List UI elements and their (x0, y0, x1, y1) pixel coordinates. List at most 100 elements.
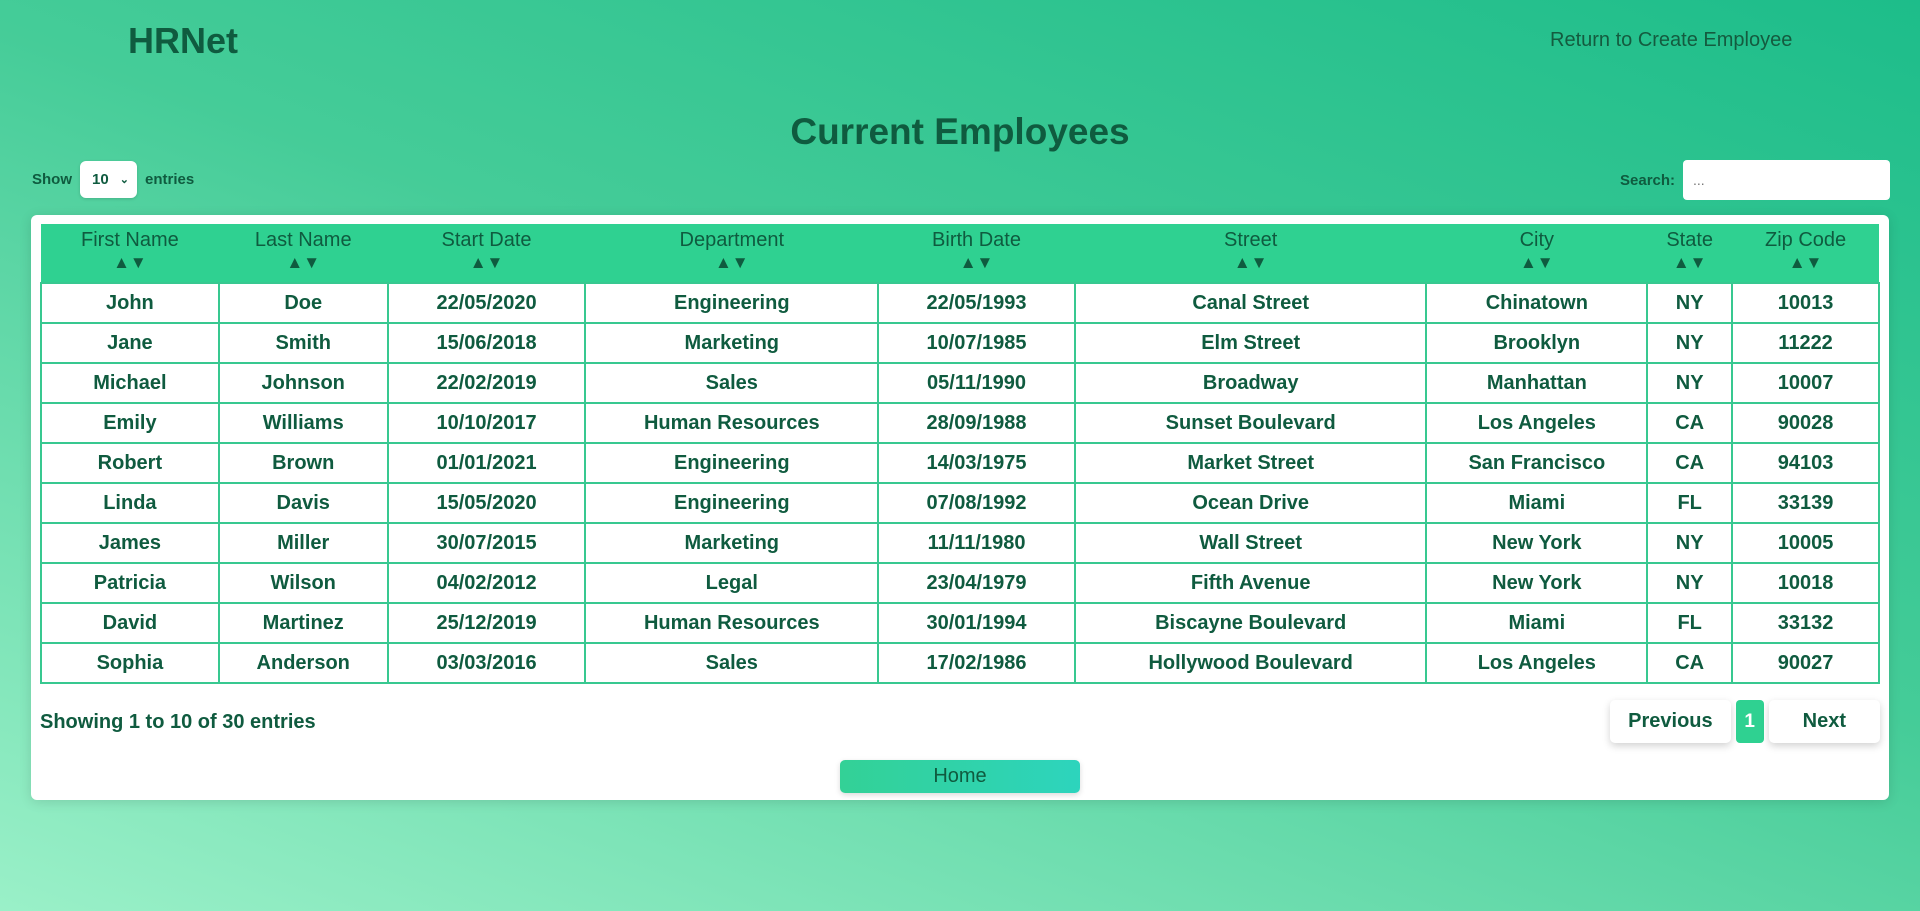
search-label: Search: (1620, 171, 1676, 189)
column-header-first-name[interactable]: First Name ▲▼ (41, 224, 219, 283)
cell-zip-code: 33132 (1731, 602, 1880, 644)
sort-arrows-icon[interactable]: ▲▼ (1647, 253, 1732, 273)
cell-start-date: 04/02/2012 (386, 562, 587, 604)
entries-length-select[interactable]: 10 ⌄ (80, 161, 137, 198)
sort-arrows-icon[interactable]: ▲▼ (1075, 253, 1427, 273)
sort-arrows-icon[interactable]: ▲▼ (1426, 253, 1647, 273)
cell-birth-date: 30/01/1994 (877, 602, 1076, 644)
cell-first-name: David (40, 602, 220, 644)
cell-first-name: Robert (40, 442, 220, 484)
cell-department: Sales (584, 642, 880, 684)
cell-street: Canal Street (1073, 282, 1428, 324)
cell-zip-code: 90028 (1731, 402, 1880, 444)
sort-arrows-icon[interactable]: ▲▼ (41, 253, 219, 273)
return-to-create-employee-link[interactable]: Return to Create Employee (1550, 29, 1792, 52)
search-control: Search: (1620, 160, 1891, 200)
column-header-city[interactable]: City ▲▼ (1426, 224, 1648, 283)
cell-city: San Francisco (1425, 442, 1649, 484)
cell-last-name: Brown (217, 442, 389, 484)
cell-first-name: Linda (40, 482, 220, 524)
previous-page-button[interactable]: Previous (1610, 700, 1731, 743)
cell-start-date: 30/07/2015 (386, 522, 587, 564)
cell-last-name: Wilson (217, 562, 389, 604)
cell-birth-date: 05/11/1990 (877, 362, 1076, 404)
cell-first-name: Michael (40, 362, 220, 404)
cell-street: Market Street (1073, 442, 1428, 484)
cell-state: CA (1646, 642, 1734, 684)
column-header-state[interactable]: State ▲▼ (1647, 224, 1733, 283)
entries-length-value: 10 (92, 171, 109, 188)
column-header-zip-code[interactable]: Zip Code ▲▼ (1732, 224, 1879, 283)
search-input[interactable] (1683, 160, 1891, 200)
cell-city: Miami (1425, 602, 1649, 644)
cell-street: Hollywood Boulevard (1073, 642, 1428, 684)
cell-department: Legal (584, 562, 880, 604)
page-title: Current Employees (790, 111, 1130, 152)
cell-street: Ocean Drive (1073, 482, 1428, 524)
cell-zip-code: 90027 (1731, 642, 1880, 684)
table-row: Patricia Wilson 04/02/2012 Legal 23/04/1… (40, 562, 1880, 604)
sort-arrows-icon[interactable]: ▲▼ (388, 253, 586, 273)
cell-start-date: 25/12/2019 (386, 602, 587, 644)
cell-last-name: Williams (217, 402, 389, 444)
column-header-label: Birth Date (932, 229, 1021, 251)
cell-first-name: James (40, 522, 220, 564)
cell-state: FL (1646, 482, 1734, 524)
cell-state: NY (1646, 362, 1734, 404)
cell-last-name: Miller (217, 522, 389, 564)
cell-state: NY (1646, 522, 1734, 564)
cell-first-name: Sophia (40, 642, 220, 684)
column-header-label: First Name (81, 229, 179, 251)
column-header-department[interactable]: Department ▲▼ (585, 224, 879, 283)
column-header-label: City (1519, 229, 1555, 251)
cell-first-name: Patricia (40, 562, 220, 604)
cell-zip-code: 33139 (1731, 482, 1880, 524)
employee-table: First Name ▲▼ Last Name ▲▼ Start Date ▲▼ De… (40, 224, 1880, 684)
cell-first-name: John (40, 282, 220, 324)
cell-start-date: 15/05/2020 (386, 482, 587, 524)
column-header-start-date[interactable]: Start Date ▲▼ (387, 224, 586, 283)
cell-street: Sunset Boulevard (1073, 402, 1428, 444)
chevron-down-icon: ⌄ (119, 174, 129, 186)
sort-arrows-icon[interactable]: ▲▼ (219, 253, 388, 273)
cell-city: New York (1425, 522, 1649, 564)
cell-birth-date: 22/05/1993 (877, 282, 1076, 324)
table-row: Michael Johnson 22/02/2019 Sales 05/11/1… (40, 362, 1880, 404)
cell-state: CA (1646, 442, 1734, 484)
column-header-last-name[interactable]: Last Name ▲▼ (218, 224, 388, 283)
cell-state: CA (1646, 402, 1734, 444)
cell-birth-date: 17/02/1986 (877, 642, 1076, 684)
cell-zip-code: 10007 (1731, 362, 1880, 404)
home-button[interactable]: Home (840, 760, 1080, 793)
cell-birth-date: 23/04/1979 (877, 562, 1076, 604)
table-row: David Martinez 25/12/2019 Human Resource… (40, 602, 1880, 644)
table-info-text: Showing 1 to 10 of 30 entries (40, 711, 316, 733)
cell-last-name: Anderson (217, 642, 389, 684)
column-header-street[interactable]: Street ▲▼ (1074, 224, 1427, 283)
sort-arrows-icon[interactable]: ▲▼ (585, 253, 878, 273)
cell-city: Los Angeles (1425, 642, 1649, 684)
cell-department: Human Resources (584, 602, 880, 644)
cell-street: Fifth Avenue (1073, 562, 1428, 604)
column-header-birth-date[interactable]: Birth Date ▲▼ (878, 224, 1075, 283)
cell-department: Engineering (584, 282, 880, 324)
sort-arrows-icon[interactable]: ▲▼ (878, 253, 1075, 273)
table-row: Jane Smith 15/06/2018 Marketing 10/07/19… (40, 322, 1880, 364)
next-page-button[interactable]: Next (1768, 700, 1880, 743)
cell-birth-date: 14/03/1975 (877, 442, 1076, 484)
cell-state: NY (1646, 322, 1734, 364)
cell-department: Engineering (584, 482, 880, 524)
cell-zip-code: 11222 (1731, 322, 1880, 364)
pagination: Previous 1 Next (1610, 700, 1880, 743)
column-header-label: Department (679, 229, 785, 251)
cell-zip-code: 94103 (1731, 442, 1880, 484)
cell-zip-code: 10013 (1731, 282, 1880, 324)
sort-arrows-icon[interactable]: ▲▼ (1732, 253, 1879, 273)
column-header-label: Street (1224, 229, 1278, 251)
cell-start-date: 15/06/2018 (386, 322, 587, 364)
column-header-label: Zip Code (1764, 229, 1847, 251)
cell-department: Human Resources (584, 402, 880, 444)
current-page-button[interactable]: 1 (1735, 700, 1764, 743)
cell-birth-date: 07/08/1992 (877, 482, 1076, 524)
column-header-label: State (1666, 229, 1714, 251)
